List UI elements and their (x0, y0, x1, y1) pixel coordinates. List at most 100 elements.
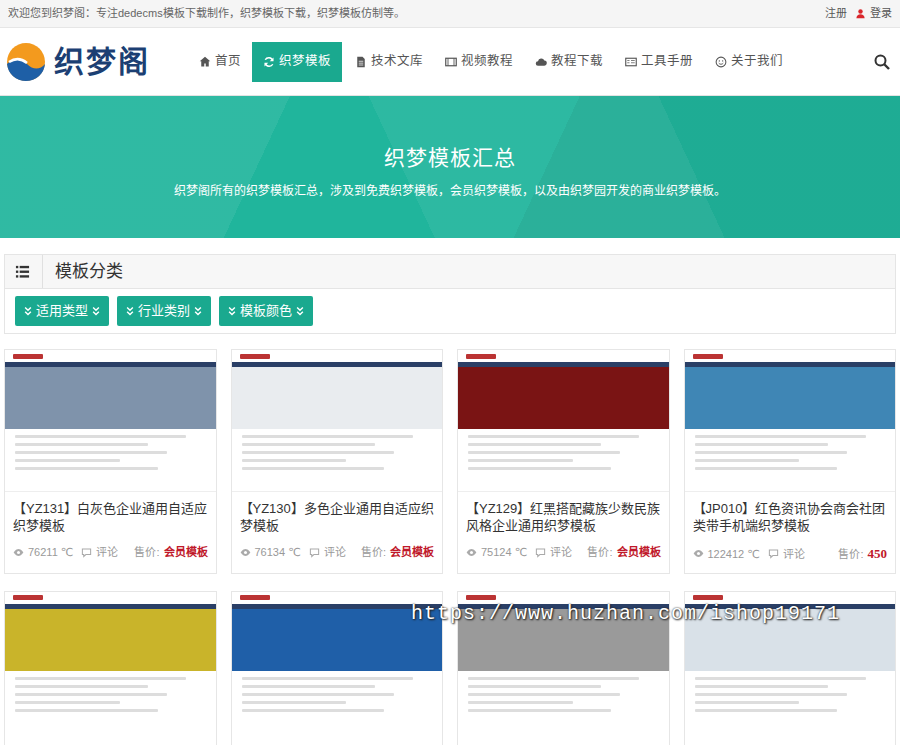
nav-label[interactable]: 织梦模板 (279, 52, 331, 71)
filter-label[interactable]: 适用类型 (36, 301, 88, 321)
thumb-line (695, 459, 800, 462)
search-button[interactable] (874, 54, 890, 70)
thumb-banner (458, 367, 669, 429)
category-header: 模板分类 (5, 255, 895, 289)
thumb-logo (240, 354, 270, 359)
template-card[interactable]: 【YZ129】红黑搭配藏族少数民族风格企业通用织梦模板75124 ℃评论售价:会… (457, 349, 670, 574)
thumb-line (468, 435, 639, 438)
price-label: 售价: (134, 544, 159, 561)
chevron-down-icon (23, 306, 33, 316)
template-title[interactable]: 【JP010】红色资讯协会商会社团类带手机端织梦模板 (685, 492, 896, 534)
nav-item[interactable]: 视频教程 (434, 42, 524, 82)
nav-label[interactable]: 首页 (215, 52, 241, 71)
thumb-line (242, 677, 413, 680)
template-title[interactable]: 【YZ129】红黑搭配藏族少数民族风格企业通用织梦模板 (458, 492, 669, 534)
nav-item[interactable]: 织梦模板 (252, 42, 342, 82)
thumb-banner (232, 609, 443, 671)
comment-link[interactable]: 评论 (768, 546, 805, 563)
card-footer: 76211 ℃评论售价:会员模板 (5, 534, 216, 570)
template-title[interactable]: 【YZ130】多色企业通用自适应织梦模板 (232, 492, 443, 534)
register-link[interactable]: 注册 (825, 5, 847, 22)
thumb-line (242, 443, 375, 446)
login-link[interactable]: 登录 (855, 5, 892, 22)
nav-item[interactable]: 教程下载 (524, 42, 614, 82)
template-card[interactable]: 【JP010】红色资讯协会商会社团类带手机端织梦模板122412 ℃评论售价:4… (684, 349, 897, 574)
chevron-down-icon (295, 306, 305, 316)
logo-text[interactable]: 织梦阁 (54, 47, 150, 77)
thumb-line (695, 467, 838, 470)
banner-title: 织梦模板汇总 (10, 142, 890, 174)
comment-link[interactable]: 评论 (309, 544, 346, 561)
template-thumbnail[interactable] (4, 591, 217, 745)
header-divider (42, 255, 43, 288)
nav-item[interactable]: 首页 (188, 42, 252, 82)
thumb-body (458, 671, 669, 745)
nav-label[interactable]: 教程下载 (551, 52, 603, 71)
template-thumbnail (232, 350, 443, 492)
filter-label[interactable]: 模板颜色 (240, 301, 292, 321)
view-count: 122412 ℃ (693, 546, 760, 563)
filter-button[interactable]: 模板颜色 (219, 296, 313, 326)
eye-icon (466, 547, 477, 558)
site-logo[interactable]: 织梦阁 (6, 42, 150, 82)
main-nav: 首页 织梦模板 技术文库 视频教程 教程下载 工具手册 关于我们 (188, 42, 794, 82)
thumb-header (685, 350, 896, 362)
login-text[interactable]: 登录 (870, 5, 892, 22)
thumb-line (468, 451, 620, 454)
template-title[interactable]: 【YZ131】白灰色企业通用自适应织梦模板 (5, 492, 216, 534)
price-value: 会员模板 (390, 544, 434, 561)
view-count: 76134 ℃ (240, 544, 301, 561)
template-card[interactable]: 【YZ131】白灰色企业通用自适应织梦模板76211 ℃评论售价:会员模板 (4, 349, 217, 574)
thumb-line (468, 693, 620, 696)
nav-label[interactable]: 视频教程 (461, 52, 513, 71)
nav-label[interactable]: 工具手册 (641, 52, 693, 71)
filter-label[interactable]: 行业类别 (138, 301, 190, 321)
template-thumbnail (685, 350, 896, 492)
comment-text[interactable]: 评论 (783, 546, 805, 563)
thumb-banner (232, 367, 443, 429)
template-thumbnail (5, 350, 216, 492)
header: 织梦阁 首页 织梦模板 技术文库 视频教程 教程下载 工具手册 关于我们 (0, 28, 900, 96)
price-label: 售价: (361, 544, 386, 561)
eye-icon (693, 548, 704, 559)
template-card[interactable]: 【YZ130】多色企业通用自适应织梦模板 76134 ℃ 评论售价:会员模板 (231, 349, 444, 574)
watermark-text: https://www.huzhan.com/ishop19171 (411, 599, 840, 629)
banner-subtitle: 织梦阁所有的织梦模板汇总，涉及到免费织梦模板，会员织梦模板，以及由织梦园开发的商… (10, 182, 890, 200)
thumb-line (242, 701, 347, 704)
thumb-line (468, 467, 611, 470)
thumb-line (695, 685, 828, 688)
nav-label[interactable]: 关于我们 (731, 52, 783, 71)
thumb-line (15, 443, 148, 446)
nav-icon (535, 56, 547, 68)
comment-text[interactable]: 评论 (96, 544, 118, 561)
price-value: 450 (868, 544, 888, 564)
filter-button[interactable]: 适用类型 (15, 296, 109, 326)
top-bar: 欢迎您到织梦阁：专注dedecms模板下载制作，织梦模板下载，织梦模板仿制等。注… (0, 0, 900, 28)
thumb-line (468, 443, 601, 446)
comment-text[interactable]: 评论 (324, 544, 346, 561)
comment-text[interactable]: 评论 (550, 544, 572, 561)
thumb-line (468, 685, 601, 688)
comment-link[interactable]: 评论 (535, 544, 572, 561)
thumb-logo (240, 595, 270, 600)
nav-label[interactable]: 技术文库 (371, 52, 423, 71)
filter-button[interactable]: 行业类别 (117, 296, 211, 326)
thumb-line (695, 709, 838, 712)
thumb-body (232, 429, 443, 491)
nav-item[interactable]: 工具手册 (614, 42, 704, 82)
nav-item[interactable]: 关于我们 (704, 42, 794, 82)
comment-link[interactable]: 评论 (81, 544, 118, 561)
nav-item[interactable]: 技术文库 (344, 42, 434, 82)
category-title: 模板分类 (55, 259, 123, 285)
thumb-header (5, 592, 216, 604)
chevron-down-icon (193, 306, 203, 316)
thumb-banner (5, 367, 216, 429)
thumb-line (695, 443, 828, 446)
nav-icon (263, 56, 275, 68)
thumb-line (695, 451, 847, 454)
views-text: 75124 ℃ (481, 544, 527, 561)
thumb-logo (13, 354, 43, 359)
thumb-line (15, 709, 158, 712)
comment-icon (535, 547, 546, 558)
nav-icon (625, 56, 637, 68)
